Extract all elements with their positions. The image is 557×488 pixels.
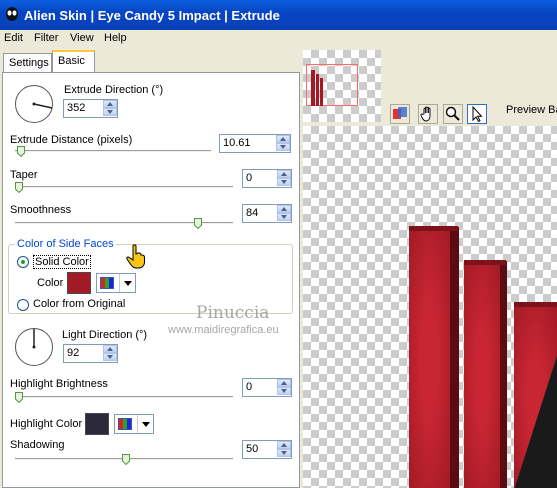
spin-up-icon[interactable]: [277, 379, 291, 387]
preview-canvas[interactable]: [303, 126, 557, 488]
color-grid-icon: [118, 418, 132, 430]
preview-background-label[interactable]: Preview Ba: [506, 104, 557, 116]
spin-up-icon[interactable]: [103, 100, 117, 108]
side-faces-group-label: Color of Side Faces: [15, 238, 116, 250]
highlight-brightness-label: Highlight Brightness: [10, 378, 108, 390]
pointer-icon: [472, 105, 483, 123]
smoothness-input[interactable]: 84: [242, 204, 292, 223]
thumb-bar: [320, 78, 323, 106]
watermark-url: www.maidiregrafica.eu: [168, 324, 279, 336]
solid-color-label[interactable]: Solid Color: [33, 255, 91, 269]
side-color-picker[interactable]: [96, 273, 136, 293]
spin-up-icon[interactable]: [277, 441, 291, 449]
dark-diagonal-shape: [514, 356, 557, 488]
color-grid-icon: [100, 277, 114, 289]
spin-up-icon[interactable]: [277, 205, 291, 213]
hand-pointer-cursor-icon: [126, 244, 145, 269]
side-color-swatch[interactable]: [67, 272, 91, 294]
menu-help[interactable]: Help: [104, 32, 127, 44]
color-from-original-label[interactable]: Color from Original: [33, 298, 125, 310]
spin-down-icon[interactable]: [277, 387, 291, 395]
taper-track[interactable]: [15, 186, 233, 189]
zoom-icon: [445, 106, 460, 121]
extruded-bar-top: [514, 302, 557, 307]
hand-tool-button[interactable]: [418, 104, 438, 124]
spin-down-icon[interactable]: [103, 353, 117, 361]
solid-color-radio[interactable]: [17, 256, 29, 268]
extruded-bar-top: [464, 260, 506, 265]
highlight-brightness-input[interactable]: 0: [242, 378, 292, 397]
preview-toggle-button[interactable]: [390, 104, 410, 124]
light-direction-dial[interactable]: [15, 328, 53, 366]
tab-settings[interactable]: Settings: [3, 53, 52, 72]
menu-bar: Edit Filter View Help: [0, 30, 557, 48]
extrude-distance-label: Extrude Distance (pixels): [10, 134, 133, 146]
extruded-bar-front: [409, 230, 450, 488]
tab-basic[interactable]: Basic: [52, 50, 95, 72]
extrude-direction-dial[interactable]: [15, 85, 53, 123]
spin-up-icon[interactable]: [103, 345, 117, 353]
chevron-down-icon[interactable]: [119, 274, 135, 292]
extrude-distance-track[interactable]: [15, 150, 211, 153]
title-bar: Alien Skin | Eye Candy 5 Impact | Extrud…: [0, 0, 557, 30]
highlight-brightness-slider-thumb[interactable]: [15, 392, 23, 403]
extruded-bar-top: [409, 226, 458, 231]
zoom-tool-button[interactable]: [443, 104, 463, 124]
extruded-bar-front: [464, 264, 500, 488]
highlight-color-picker[interactable]: [114, 414, 154, 434]
extruded-bar-side: [500, 261, 507, 488]
extrude-direction-label: Extrude Direction (°): [64, 84, 164, 96]
highlight-brightness-track[interactable]: [15, 396, 233, 399]
menu-filter[interactable]: Filter: [34, 32, 58, 44]
hand-icon: [420, 106, 431, 122]
taper-input[interactable]: 0: [242, 169, 292, 188]
alien-skin-icon: [6, 7, 18, 21]
spin-down-icon[interactable]: [277, 178, 291, 186]
pointer-tool-button[interactable]: [467, 104, 487, 124]
smoothness-label: Smoothness: [10, 204, 72, 216]
thumb-bar: [316, 74, 319, 106]
extrude-direction-input[interactable]: 352: [63, 99, 118, 118]
side-color-label: Color: [37, 277, 64, 289]
menu-edit[interactable]: Edit: [4, 32, 23, 44]
extrude-distance-slider-thumb[interactable]: [17, 146, 25, 157]
navigator-thumbnail[interactable]: [303, 50, 381, 122]
spin-down-icon[interactable]: [277, 213, 291, 221]
basic-panel: Extrude Direction (°) 352 Extrude Distan…: [2, 72, 300, 488]
menu-view[interactable]: View: [70, 32, 94, 44]
spin-down-icon[interactable]: [276, 143, 290, 151]
thumb-bar: [311, 70, 315, 106]
shadowing-input[interactable]: 50: [242, 440, 292, 459]
spin-up-icon[interactable]: [276, 135, 290, 143]
window-title: Alien Skin | Eye Candy 5 Impact | Extrud…: [24, 8, 280, 23]
chevron-down-icon[interactable]: [137, 415, 153, 433]
spin-down-icon[interactable]: [103, 108, 117, 116]
preview-toggle-icon: [393, 107, 407, 119]
light-direction-input[interactable]: 92: [63, 344, 118, 363]
shadowing-label: Shadowing: [10, 439, 65, 451]
spin-down-icon[interactable]: [277, 449, 291, 457]
highlight-color-label: Highlight Color: [10, 418, 83, 430]
taper-slider-thumb[interactable]: [15, 182, 23, 193]
spin-up-icon[interactable]: [277, 170, 291, 178]
color-from-original-radio[interactable]: [17, 299, 29, 311]
smoothness-slider-thumb[interactable]: [194, 218, 202, 229]
extrude-distance-input[interactable]: 10.61: [219, 134, 291, 153]
highlight-color-swatch[interactable]: [85, 413, 109, 435]
watermark-name: Pinuccia: [196, 303, 270, 323]
taper-label: Taper: [10, 169, 38, 181]
light-direction-label: Light Direction (°): [62, 329, 148, 341]
extruded-bar-side: [450, 227, 459, 488]
shadowing-slider-thumb[interactable]: [122, 454, 130, 465]
